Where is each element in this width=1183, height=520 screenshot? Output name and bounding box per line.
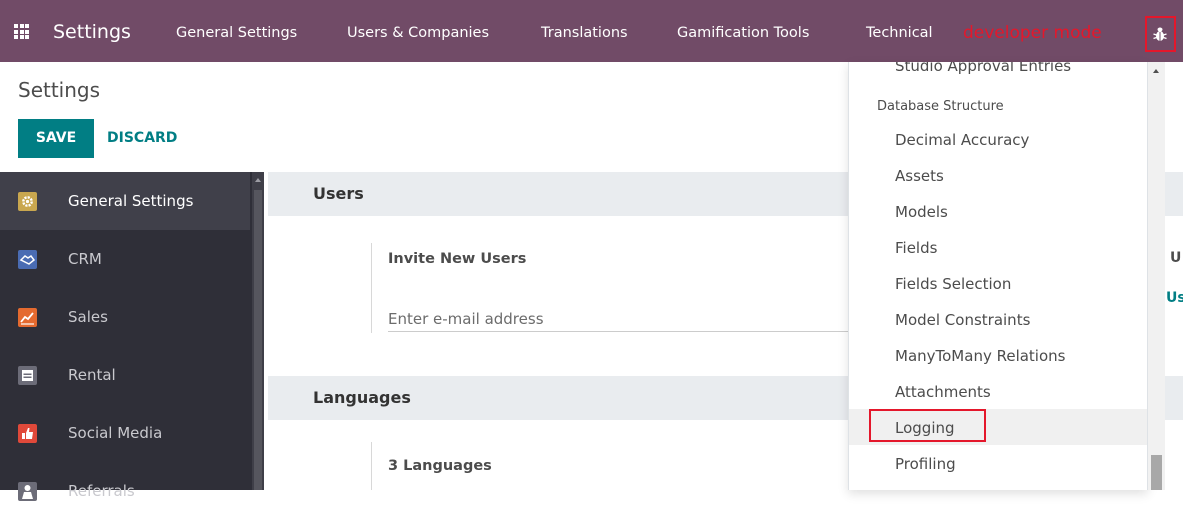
- save-button[interactable]: SAVE: [18, 119, 94, 158]
- sidebar-item-label: Referrals: [68, 482, 135, 500]
- calendar-icon: [18, 366, 37, 385]
- sidebar-item-referrals[interactable]: Referrals: [0, 462, 250, 520]
- settings-sidebar: General Settings CRM Sales Rental Social…: [0, 172, 262, 501]
- partial-setting-link[interactable]: Us: [1166, 290, 1183, 306]
- gear-icon: [18, 192, 37, 211]
- dropdown-scrollbar[interactable]: [1148, 62, 1165, 490]
- bug-icon: [1153, 27, 1167, 41]
- menu-users-companies[interactable]: Users & Companies: [347, 23, 489, 43]
- languages-section-header-right: [1165, 376, 1183, 420]
- partial-setting-label: U: [1170, 250, 1182, 266]
- setting-divider: [371, 243, 372, 333]
- users-section-header-right: [1165, 172, 1183, 216]
- app-name[interactable]: Settings: [53, 20, 131, 44]
- sidebar-item-label: Rental: [68, 366, 116, 384]
- debug-button[interactable]: [1145, 16, 1176, 52]
- menu-general-settings[interactable]: General Settings: [176, 23, 297, 43]
- sidebar-item-general-settings[interactable]: General Settings: [0, 172, 250, 230]
- dropdown-item-model-constraints[interactable]: Model Constraints: [895, 310, 1030, 330]
- discard-button[interactable]: DISCARD: [107, 128, 177, 148]
- sidebar-item-rental[interactable]: Rental: [0, 346, 250, 404]
- scrollbar-thumb[interactable]: [1151, 455, 1162, 490]
- dropdown-item-fields[interactable]: Fields: [895, 238, 937, 258]
- scroll-up-arrow-icon[interactable]: [255, 178, 261, 182]
- languages-count-label: 3 Languages: [388, 458, 492, 474]
- developer-mode-annotation: developer mode: [963, 23, 1102, 43]
- users-section-header: Users: [268, 172, 848, 216]
- dropdown-item-profiling[interactable]: Profiling: [895, 454, 956, 474]
- logging-highlight-box: [869, 409, 986, 442]
- menu-translations[interactable]: Translations: [541, 23, 628, 43]
- dropdown-item-fields-selection[interactable]: Fields Selection: [895, 274, 1011, 294]
- section-title: Users: [313, 184, 364, 203]
- dropdown-item-studio-approval-entries[interactable]: Studio Approval Entries: [895, 62, 1071, 76]
- menu-technical[interactable]: Technical: [866, 23, 933, 43]
- sidebar-item-label: Social Media: [68, 424, 163, 442]
- handshake-icon: [18, 250, 37, 269]
- section-title: Languages: [313, 388, 411, 407]
- invite-new-users-label: Invite New Users: [388, 251, 527, 267]
- sidebar-item-label: General Settings: [68, 192, 194, 210]
- top-navbar: Settings General Settings Users & Compan…: [0, 0, 1183, 62]
- sidebar-item-crm[interactable]: CRM: [0, 230, 250, 288]
- apps-grid-icon[interactable]: [14, 24, 29, 39]
- dropdown-item-decimal-accuracy[interactable]: Decimal Accuracy: [895, 130, 1029, 150]
- chart-icon: [18, 308, 37, 327]
- languages-section-header: Languages: [268, 376, 848, 420]
- dropdown-item-attachments[interactable]: Attachments: [895, 382, 991, 402]
- thumbs-up-icon: [18, 424, 37, 443]
- dropdown-item-models[interactable]: Models: [895, 202, 948, 222]
- dropdown-item-assets[interactable]: Assets: [895, 166, 944, 186]
- email-field[interactable]: [388, 306, 848, 332]
- person-icon: [18, 482, 37, 501]
- dropdown-item-many2many-relations[interactable]: ManyToMany Relations: [895, 346, 1065, 366]
- page-title: Settings: [18, 78, 101, 102]
- scroll-up-arrow-icon[interactable]: [1153, 69, 1159, 73]
- setting-divider: [371, 442, 372, 490]
- sidebar-item-label: Sales: [68, 308, 108, 326]
- sidebar-scrollbar[interactable]: [252, 172, 264, 490]
- sidebar-item-sales[interactable]: Sales: [0, 288, 250, 346]
- sidebar-item-label: CRM: [68, 250, 102, 268]
- sidebar-item-social-media[interactable]: Social Media: [0, 404, 250, 462]
- dropdown-group-header: Database Structure: [877, 99, 1004, 114]
- scrollbar-thumb[interactable]: [254, 190, 262, 490]
- menu-gamification-tools[interactable]: Gamification Tools: [677, 23, 809, 43]
